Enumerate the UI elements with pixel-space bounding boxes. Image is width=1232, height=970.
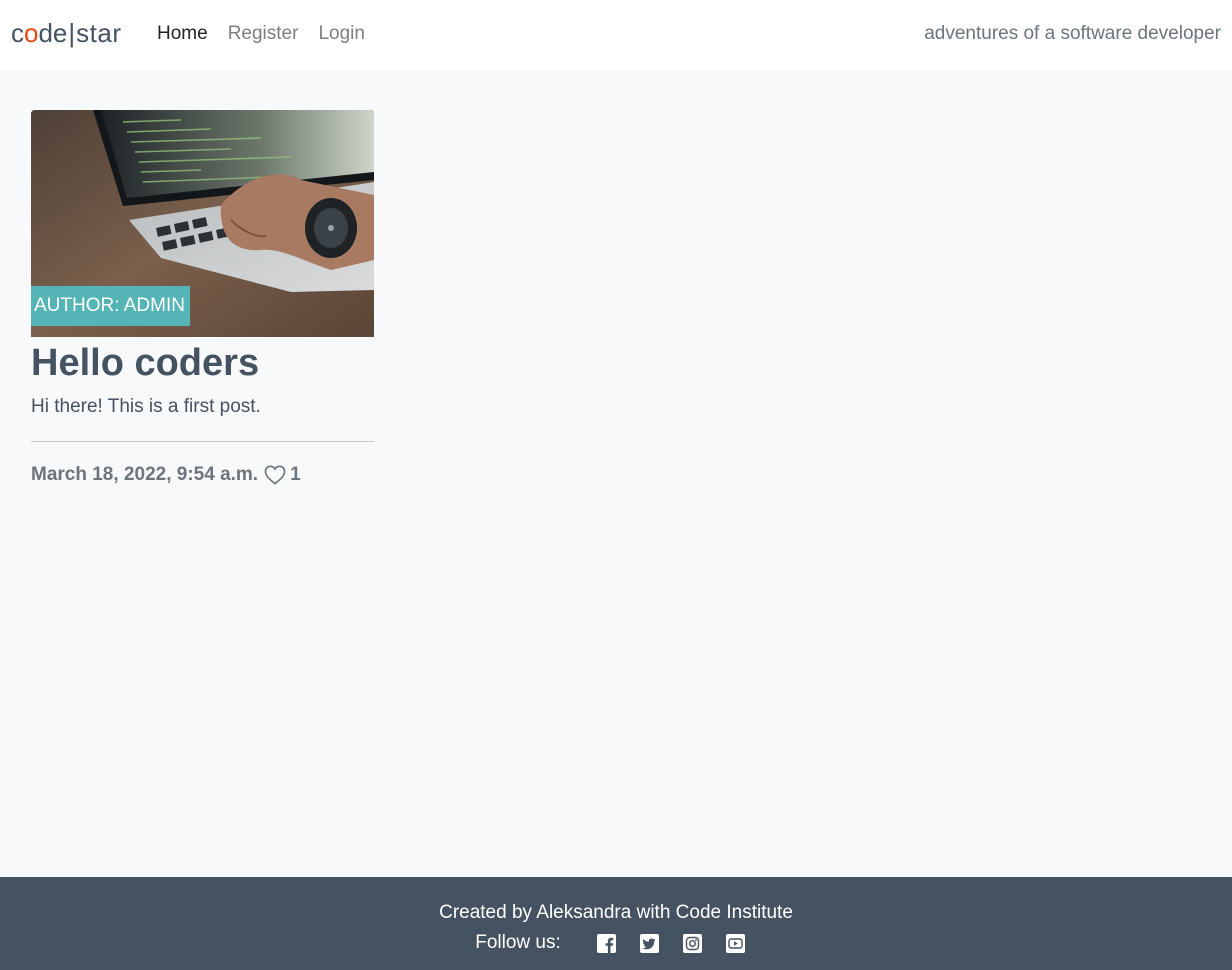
youtube-icon[interactable] bbox=[725, 933, 745, 953]
navbar: code|star Home Register Login adventures… bbox=[0, 0, 1232, 70]
brand-letter-o: o bbox=[24, 18, 39, 48]
post-excerpt: Hi there! This is a first post. bbox=[31, 396, 261, 417]
post-image[interactable]: AUTHOR: ADMIN bbox=[31, 110, 374, 337]
footer-credit: Created by Aleksandra with Code Institut… bbox=[439, 902, 793, 923]
facebook-icon[interactable] bbox=[596, 933, 616, 953]
post-title[interactable]: Hello coders bbox=[31, 341, 374, 385]
post-meta: March 18, 2022, 9:54 a.m. 1 bbox=[31, 463, 374, 487]
brand-star: star bbox=[76, 18, 122, 48]
brand-logo[interactable]: code|star bbox=[11, 17, 122, 49]
brand-code: code bbox=[11, 18, 67, 48]
footer-follow: Follow us: bbox=[0, 931, 1232, 955]
brand-separator: | bbox=[68, 18, 76, 48]
site-tagline: adventures of a software developer bbox=[924, 23, 1221, 44]
post-date: March 18, 2022, 9:54 a.m. bbox=[31, 464, 259, 485]
follow-label: Follow us: bbox=[475, 932, 561, 953]
nav-link-home[interactable]: Home bbox=[157, 22, 208, 46]
instagram-icon[interactable] bbox=[682, 933, 702, 953]
footer: Created by Aleksandra with Code Institut… bbox=[0, 877, 1232, 970]
like-count: 1 bbox=[290, 464, 301, 485]
post-card[interactable]: AUTHOR: ADMIN Hello coders Hi there! Thi… bbox=[31, 110, 374, 487]
brand-letter-c: c bbox=[11, 18, 24, 48]
twitter-icon[interactable] bbox=[639, 933, 659, 953]
nav-links: Home Register Login bbox=[157, 22, 365, 46]
nav-link-login[interactable]: Login bbox=[318, 22, 365, 46]
author-badge: AUTHOR: ADMIN bbox=[31, 286, 190, 326]
card-divider bbox=[31, 441, 374, 442]
heart-icon bbox=[264, 465, 286, 485]
brand-letters-de: de bbox=[38, 18, 68, 48]
nav-link-register[interactable]: Register bbox=[228, 22, 299, 46]
